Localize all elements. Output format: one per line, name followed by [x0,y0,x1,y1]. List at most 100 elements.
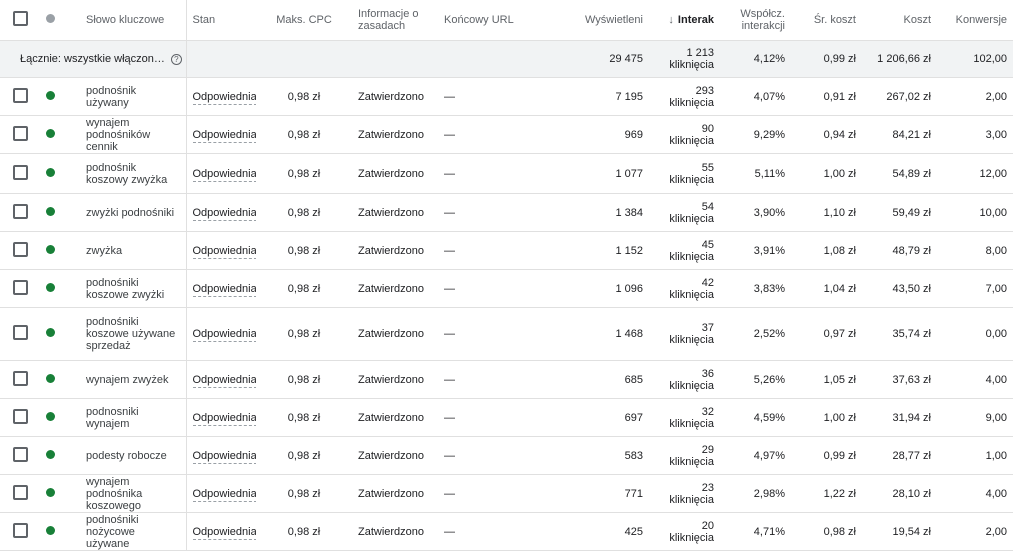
col-header-cpc[interactable]: Maks. CPC [256,0,352,41]
row-checkbox-cell[interactable] [0,269,40,308]
row-checkbox-cell[interactable] [0,398,40,437]
keyword-text[interactable]: podnośnik używany [86,77,187,116]
cpc-cell[interactable]: 0,98 zł [256,436,352,475]
row-checkbox[interactable] [12,522,28,538]
keyword-text[interactable]: podnośniki koszowe zwyżki [86,269,187,308]
table-row[interactable]: podnośniki nożycowe używane Odpowiednia 0,… [0,512,1013,551]
stan-cell[interactable]: Odpowiednia [186,77,256,116]
keyword-text[interactable]: zwyżka [86,231,187,270]
col-header-url[interactable]: Końcowy URL [438,0,575,41]
col-header-cost[interactable]: Koszt [862,0,937,41]
cpc-cell[interactable]: 0,98 zł [256,153,352,194]
keyword-text[interactable]: zwyżki podnośniki [86,193,187,232]
row-checkbox[interactable] [12,370,28,386]
keyword-text[interactable]: podesty robocze [86,436,187,475]
cpc-cell[interactable]: 0,98 zł [256,474,352,513]
row-checkbox-cell[interactable] [0,193,40,232]
stan-cell[interactable]: Odpowiednia [186,436,256,475]
final-url-cell[interactable]: — [438,512,575,551]
row-checkbox-cell[interactable] [0,115,40,154]
row-checkbox-cell[interactable] [0,436,40,475]
final-url-cell[interactable]: — [438,436,575,475]
final-url-cell[interactable]: — [438,193,575,232]
cpc-cell[interactable]: 0,98 zł [256,77,352,116]
keyword-text[interactable]: podnośniki koszowe używane sprzedaż [86,307,187,361]
col-header-info[interactable]: Informacje o zasadach [352,0,438,41]
col-header-conversions[interactable]: Konwersje [937,0,1013,41]
cpc-cell[interactable]: 0,98 zł [256,512,352,551]
stan-cell[interactable]: Odpowiednia [186,231,256,270]
final-url-cell[interactable]: — [438,77,575,116]
row-checkbox-cell[interactable] [0,231,40,270]
table-row[interactable]: zwyżka Odpowiednia 0,98 zł Zatwierdzono —1 1… [0,231,1013,270]
status-header[interactable] [40,0,86,41]
row-checkbox[interactable] [12,241,28,257]
stan-cell[interactable]: Odpowiednia [186,512,256,551]
row-checkbox[interactable] [12,408,28,424]
row-checkbox-cell[interactable] [0,512,40,551]
stan-cell[interactable]: Odpowiednia [186,474,256,513]
row-checkbox-cell[interactable] [0,307,40,361]
col-header-keyword[interactable]: Słowo kluczowe [86,0,187,41]
cpc-cell[interactable]: 0,98 zł [256,398,352,437]
stan-cell[interactable]: Odpowiednia [186,307,256,361]
table-row[interactable]: podnośniki koszowe zwyżki Odpowiednia 0,98… [0,269,1013,308]
keyword-text[interactable]: wynajem podnośnika koszowego [86,474,187,513]
table-row[interactable]: podnośnik koszowy zwyżka Odpowiednia 0,98 … [0,153,1013,194]
final-url-cell[interactable]: — [438,398,575,437]
cpc-cell[interactable]: 0,98 zł [256,231,352,270]
keyword-text[interactable]: podnośnik koszowy zwyżka [86,153,187,194]
table-row[interactable]: wynajem podnośnika koszowego Odpowiednia 0… [0,474,1013,513]
stan-cell[interactable]: Odpowiednia [186,115,256,154]
final-url-cell[interactable]: — [438,307,575,361]
row-checkbox[interactable] [12,484,28,500]
row-checkbox[interactable] [12,325,28,340]
table-row[interactable]: wynajem zwyżek Odpowiednia 0,98 zł Zatwierd… [0,360,1013,399]
table-row[interactable]: podnosniki wynajem Odpowiednia 0,98 zł Zatw… [0,398,1013,437]
stan-cell[interactable]: Odpowiednia [186,398,256,437]
select-all-cell[interactable] [0,0,40,41]
table-row[interactable]: podnośniki koszowe używane sprzedaż Odpow… [0,307,1013,361]
final-url-cell[interactable]: — [438,153,575,194]
stan-cell[interactable]: Odpowiednia [186,269,256,308]
cpc-cell[interactable]: 0,98 zł [256,269,352,308]
cpc-cell[interactable]: 0,98 zł [256,360,352,399]
final-url-cell[interactable]: — [438,231,575,270]
select-all-checkbox[interactable] [12,11,28,26]
row-checkbox-cell[interactable] [0,360,40,399]
row-checkbox[interactable] [12,279,28,295]
row-checkbox[interactable] [12,446,28,462]
stan-cell[interactable]: Odpowiednia [186,360,256,399]
stan-cell[interactable]: Odpowiednia [186,193,256,232]
col-header-interaction-rate[interactable]: Współcz. interakcji [720,0,791,41]
cpc-cell[interactable]: 0,98 zł [256,193,352,232]
row-checkbox[interactable] [12,125,28,141]
table-row[interactable]: zwyżki podnośniki Odpowiednia 0,98 zł Zatwi… [0,193,1013,232]
final-url-cell[interactable]: — [438,474,575,513]
col-header-impressions[interactable]: Wyświetleni [575,0,649,41]
row-checkbox-cell[interactable] [0,474,40,513]
stan-cell[interactable]: Odpowiednia [186,153,256,194]
col-header-avg-cost[interactable]: Śr. koszt [791,0,862,41]
table-row[interactable]: wynajem podnośników cennik Odpowiednia 0,9… [0,115,1013,154]
keyword-text[interactable]: wynajem zwyżek [86,360,187,399]
row-checkbox[interactable] [12,164,28,180]
col-header-interactions[interactable]: ↓ Interak [649,0,720,41]
row-checkbox[interactable] [12,87,28,103]
cpc-cell[interactable]: 0,98 zł [256,307,352,361]
table-row[interactable]: podnośnik używany Odpowiednia 0,98 zł Zatwi… [0,77,1013,116]
final-url-cell[interactable]: — [438,360,575,399]
final-url-cell[interactable]: — [438,115,575,154]
row-checkbox-cell[interactable] [0,153,40,194]
keyword-text[interactable]: podnosniki wynajem [86,398,187,437]
row-checkbox-cell[interactable] [0,77,40,116]
policy-cell: Zatwierdzono [352,512,438,551]
cpc-cell[interactable]: 0,98 zł [256,115,352,154]
keyword-text[interactable]: wynajem podnośników cennik [86,115,187,154]
col-header-stan[interactable]: Stan [186,0,256,41]
row-checkbox[interactable] [12,203,28,219]
final-url-cell[interactable]: — [438,269,575,308]
table-row[interactable]: podesty robocze Odpowiednia 0,98 zł Zatwier… [0,436,1013,475]
keyword-text[interactable]: podnośniki nożycowe używane [86,512,187,551]
help-icon[interactable]: ? [170,54,182,65]
